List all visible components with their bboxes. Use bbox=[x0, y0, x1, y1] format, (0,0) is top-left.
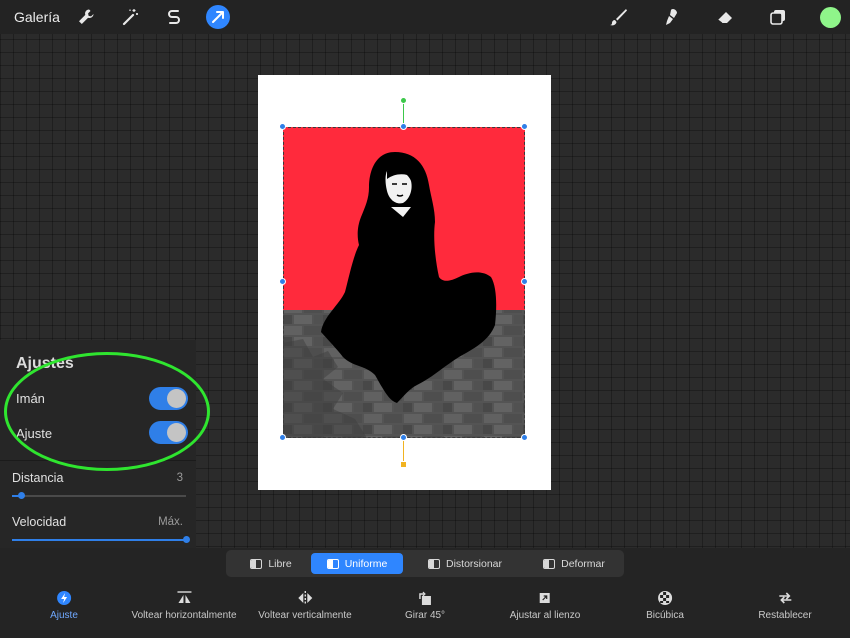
action-label: Girar 45° bbox=[404, 610, 446, 621]
speed-slider-fill bbox=[12, 539, 186, 541]
mode-label: Libre bbox=[268, 557, 292, 570]
wrench-icon[interactable] bbox=[74, 5, 98, 29]
speed-slider-thumb[interactable] bbox=[183, 536, 190, 543]
reset-icon bbox=[778, 592, 791, 604]
speed-label: Velocidad bbox=[12, 515, 67, 529]
distance-label: Distancia bbox=[12, 471, 64, 485]
gallery-button[interactable]: Galería bbox=[14, 9, 60, 25]
speed-value: Máx. bbox=[158, 516, 183, 528]
action-label: Voltear horizontalmente bbox=[131, 610, 237, 621]
mode-libre[interactable]: Libre bbox=[231, 553, 311, 574]
uniform-icon bbox=[326, 558, 339, 569]
distance-value: 3 bbox=[176, 472, 183, 484]
distort-icon bbox=[427, 558, 440, 569]
edge-handle-bottom[interactable] bbox=[400, 434, 407, 441]
rotate-45-button[interactable]: Girar 45° bbox=[405, 590, 445, 626]
flip-vertical-icon bbox=[297, 591, 312, 605]
edge-handle-right[interactable] bbox=[521, 278, 528, 285]
snapping-icon bbox=[56, 591, 71, 605]
rotation-handle[interactable] bbox=[400, 97, 407, 104]
distance-slider[interactable] bbox=[12, 492, 186, 499]
reset-button[interactable]: Restablecer bbox=[758, 590, 812, 626]
bicubic-button[interactable]: Bicúbica bbox=[646, 590, 684, 626]
magic-wand-icon[interactable] bbox=[118, 5, 142, 29]
corner-handle-top-left[interactable] bbox=[279, 123, 286, 130]
flip-horizontal-button[interactable]: Voltear horizontalmente bbox=[131, 590, 237, 626]
action-label: Voltear verticalmente bbox=[258, 610, 352, 621]
color-swatch[interactable] bbox=[820, 7, 841, 28]
edge-handle-top[interactable] bbox=[400, 123, 407, 130]
mode-deformar[interactable]: Deformar bbox=[531, 553, 617, 574]
bicubic-icon bbox=[658, 591, 672, 605]
flip-horizontal-icon bbox=[176, 591, 191, 603]
corner-handle-top-right[interactable] bbox=[521, 123, 528, 130]
transform-mode-segmented-control: Libre Uniforme Distorsionar Deformar bbox=[226, 550, 624, 577]
fit-to-canvas-icon bbox=[540, 593, 550, 603]
eraser-icon[interactable] bbox=[713, 5, 737, 29]
flip-vertical-button[interactable]: Voltear verticalmente bbox=[258, 590, 352, 626]
artwork-image[interactable] bbox=[283, 127, 525, 438]
edge-handle-left[interactable] bbox=[279, 278, 286, 285]
snapping-button[interactable]: Ajuste bbox=[50, 590, 78, 626]
action-label: Ajuste bbox=[50, 610, 78, 621]
action-label: Restablecer bbox=[758, 610, 812, 621]
warp-icon bbox=[543, 558, 556, 569]
speed-slider[interactable] bbox=[12, 536, 190, 543]
freeform-icon bbox=[250, 558, 263, 569]
shear-handle[interactable] bbox=[400, 461, 407, 468]
distance-slider-thumb[interactable] bbox=[18, 492, 25, 499]
action-label: Ajustar al lienzo bbox=[509, 610, 581, 621]
mode-distorsionar[interactable]: Distorsionar bbox=[415, 553, 515, 574]
mode-label: Distorsionar bbox=[445, 557, 503, 570]
rotate-icon bbox=[419, 591, 431, 605]
top-toolbar: Galería bbox=[0, 0, 850, 34]
mode-label: Uniforme bbox=[344, 557, 388, 570]
mode-uniforme[interactable]: Uniforme bbox=[311, 553, 403, 574]
corner-handle-bottom-right[interactable] bbox=[521, 434, 528, 441]
action-label: Bicúbica bbox=[646, 610, 684, 621]
fit-to-canvas-button[interactable]: Ajustar al lienzo bbox=[509, 590, 581, 626]
corner-handle-bottom-left[interactable] bbox=[279, 434, 286, 441]
smudge-icon[interactable] bbox=[660, 5, 684, 29]
brush-icon[interactable] bbox=[606, 5, 630, 29]
annotation-highlight-ring bbox=[4, 352, 210, 471]
layers-icon[interactable] bbox=[766, 5, 790, 29]
transform-arrow-icon[interactable] bbox=[206, 5, 230, 29]
selection-s-icon[interactable] bbox=[162, 5, 186, 29]
mode-label: Deformar bbox=[561, 557, 605, 570]
